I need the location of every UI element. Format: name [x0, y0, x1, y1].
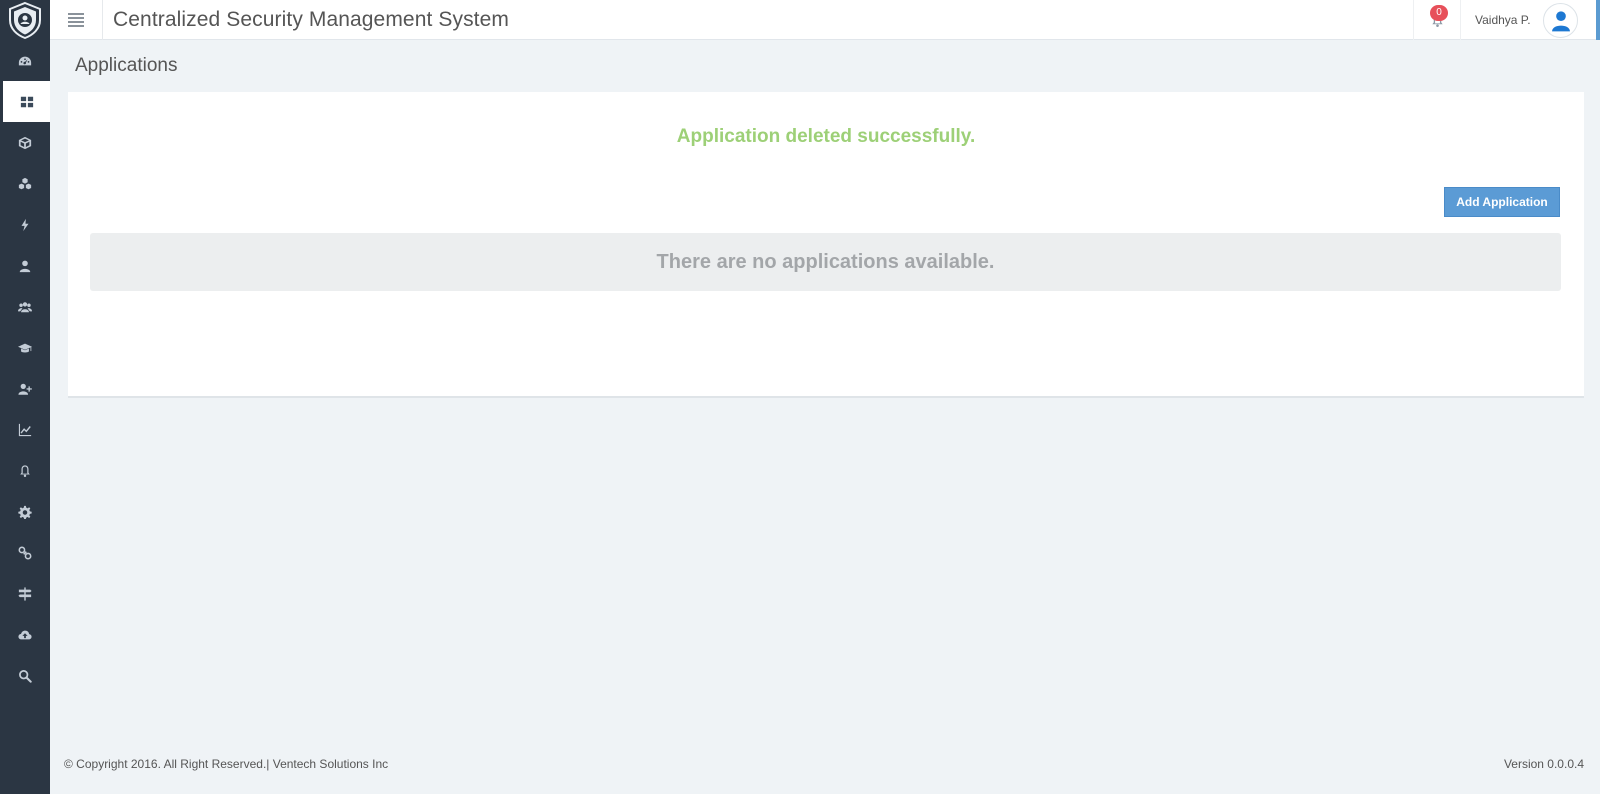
shield-logo-icon — [9, 1, 41, 39]
empty-state-message: There are no applications available. — [90, 233, 1561, 291]
user-name[interactable]: Vaidhya P. — [1475, 13, 1531, 27]
app-title: Centralized Security Management System — [113, 8, 509, 31]
scroll-indicator — [1596, 0, 1600, 40]
sidebar-item-reports[interactable] — [0, 409, 50, 450]
page-title: Applications — [75, 55, 178, 76]
sidebar-item-search[interactable] — [0, 655, 50, 696]
search-icon — [19, 669, 32, 683]
notification-count-badge: 0 — [1430, 5, 1448, 21]
sidebar-item-user[interactable] — [0, 245, 50, 286]
sidebar-item-dashboard[interactable] — [0, 40, 50, 81]
applications-grid-icon — [20, 96, 33, 107]
users-icon — [18, 301, 32, 312]
footer-version: Version 0.0.0.4 — [1503, 757, 1584, 771]
line-chart-icon — [18, 423, 32, 436]
cube-icon — [18, 136, 32, 149]
sidebar-item-bolt[interactable] — [0, 204, 50, 245]
sidebar-item-notifications[interactable] — [0, 450, 50, 491]
signpost-icon — [18, 586, 32, 601]
sidebar-toggle-button[interactable] — [50, 0, 103, 40]
gear-icon — [18, 505, 32, 519]
success-message: Application deleted successfully. — [676, 126, 976, 147]
user-avatar-icon — [1551, 10, 1570, 31]
sidebar-item-cube[interactable] — [0, 122, 50, 163]
footer-copyright: © Copyright 2016. All Right Reserved.| V… — [64, 757, 389, 771]
sidebar-item-cubes[interactable] — [0, 163, 50, 204]
sidebar-item-settings[interactable] — [0, 491, 50, 532]
user-icon — [19, 260, 31, 272]
app-logo[interactable] — [0, 0, 50, 40]
bell-icon — [20, 464, 30, 477]
sidebar-item-training[interactable] — [0, 327, 50, 368]
cloud-upload-icon — [18, 630, 32, 639]
sidebar-item-add-user[interactable] — [0, 368, 50, 409]
link-icon — [18, 546, 32, 559]
top-header: Centralized Security Management System 0… — [50, 0, 1600, 40]
user-plus-icon — [18, 383, 32, 395]
sidebar-item-applications[interactable] — [0, 81, 50, 122]
sidebar — [0, 0, 50, 794]
menu-list-icon — [68, 13, 84, 27]
bolt-icon — [21, 218, 29, 231]
user-avatar[interactable] — [1543, 3, 1578, 38]
dashboard-icon — [18, 56, 32, 65]
sidebar-item-links[interactable] — [0, 532, 50, 573]
sidebar-item-upload[interactable] — [0, 614, 50, 655]
sidebar-item-signpost[interactable] — [0, 573, 50, 614]
add-application-button[interactable]: Add Application — [1444, 187, 1560, 217]
applications-panel: Application deleted successfully. Add Ap… — [68, 92, 1584, 398]
graduation-cap-icon — [18, 343, 32, 352]
cubes-icon — [18, 177, 32, 189]
sidebar-item-users[interactable] — [0, 286, 50, 327]
